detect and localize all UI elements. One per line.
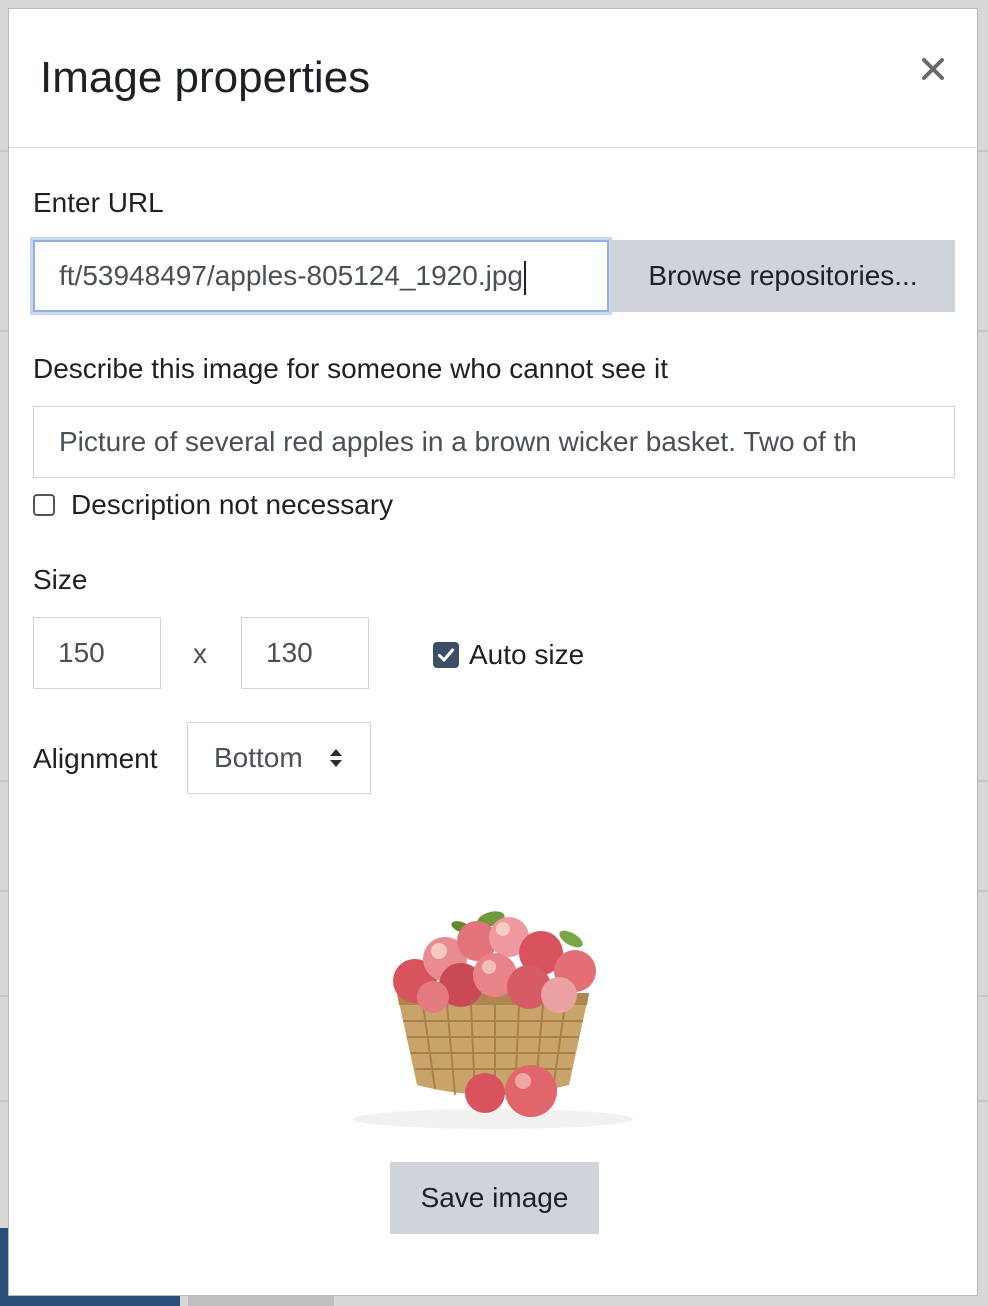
dialog-title: Image properties [40, 53, 371, 102]
url-input[interactable]: ft/53948497/apples-805124_1920.jpg [33, 240, 609, 312]
close-button[interactable] [915, 47, 951, 91]
description-not-necessary-checkbox[interactable] [33, 494, 55, 516]
apple-basket-image [353, 911, 633, 1129]
alignment-label: Alignment [33, 743, 158, 774]
size-label: Size [33, 564, 88, 595]
alignment-select[interactable]: Bottom [187, 722, 371, 794]
auto-size-checkbox[interactable] [433, 642, 459, 668]
height-input[interactable]: 130 [241, 617, 369, 689]
url-value: ft/53948497/apples-805124_1920.jpg [59, 260, 523, 291]
save-image-button[interactable]: Save image [390, 1162, 599, 1234]
url-label: Enter URL [33, 187, 164, 218]
description-not-necessary-label: Description not necessary [71, 489, 394, 520]
close-icon [922, 58, 944, 80]
browse-repositories-button[interactable]: Browse repositories... [611, 240, 955, 312]
select-arrows-icon [330, 749, 342, 767]
text-cursor [523, 260, 526, 295]
size-separator: x [193, 638, 207, 669]
auto-size-row[interactable]: Auto size [433, 635, 584, 675]
image-preview [343, 897, 643, 1131]
description-not-necessary-row[interactable]: Description not necessary [33, 485, 393, 525]
width-input[interactable]: 150 [33, 617, 161, 689]
checkmark-icon [438, 648, 454, 662]
alignment-selected-value: Bottom [214, 742, 303, 773]
description-label: Describe this image for someone who cann… [33, 353, 668, 384]
image-properties-dialog: Image properties Enter URL ft/53948497/a… [8, 8, 978, 1296]
image-description-input[interactable]: Picture of several red apples in a brown… [33, 406, 955, 478]
auto-size-label: Auto size [469, 639, 585, 670]
dialog-header: Image properties [9, 9, 977, 148]
